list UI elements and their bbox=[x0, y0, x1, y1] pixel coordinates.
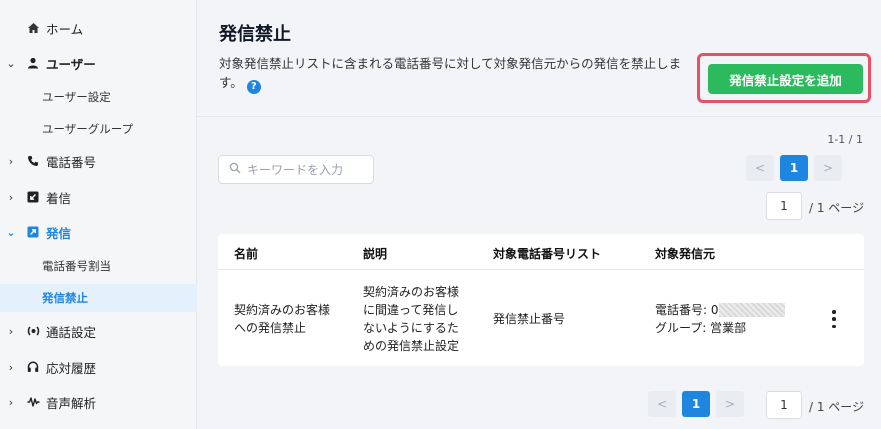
sidebar-item-call-block[interactable]: 発信禁止 bbox=[0, 284, 197, 312]
sidebar-item-user-groups[interactable]: ユーザーグループ bbox=[0, 115, 197, 143]
help-icon[interactable]: ? bbox=[246, 79, 261, 94]
page-description: 対象発信禁止リストに含まれる電話番号に対して対象発信元からの発信を禁止します。? bbox=[219, 54, 689, 94]
add-call-block-button[interactable]: 発信禁止設定を追加 bbox=[708, 64, 863, 94]
current-page-button[interactable]: 1 bbox=[780, 155, 808, 181]
chevron-right-icon: › bbox=[8, 154, 14, 168]
call-block-table: 名前 説明 対象電話番号リスト 対象発信元 契約済みのお客様 への発信禁止 契約… bbox=[218, 234, 864, 366]
sidebar-item-call-settings[interactable]: › 通話設定 bbox=[0, 317, 197, 345]
sidebar-item-users[interactable]: ⌄ ユーザー bbox=[0, 49, 197, 77]
search-icon bbox=[229, 162, 241, 177]
prev-page-button-bottom[interactable]: < bbox=[648, 391, 676, 417]
cell-name: 契約済みのお客様 への発信禁止 bbox=[234, 301, 330, 337]
cell-description-line: 契約済みのお客様 bbox=[363, 285, 460, 299]
chevron-right-icon: › bbox=[8, 395, 14, 409]
next-page-button-bottom[interactable]: > bbox=[716, 391, 744, 417]
source-group: グループ: 営業部 bbox=[655, 321, 747, 335]
sidebar-item-outgoing[interactable]: ⌄ 発信 bbox=[0, 218, 197, 246]
cell-name-line: 契約済みのお客様 bbox=[234, 303, 331, 317]
incoming-call-icon bbox=[24, 191, 42, 203]
more-options-icon[interactable] bbox=[828, 310, 840, 328]
result-count: 1-1 / 1 bbox=[827, 133, 863, 146]
column-header-description: 説明 bbox=[363, 247, 388, 261]
waveform-icon bbox=[24, 396, 42, 408]
sidebar: ホーム ⌄ ユーザー ユーザー設定 ユーザーグループ › 電話番号 › 着信 ⌄… bbox=[0, 0, 197, 429]
call-settings-icon bbox=[24, 325, 42, 337]
cell-description-line: めの発信禁止設定 bbox=[363, 339, 460, 353]
sidebar-label-incoming: 着信 bbox=[46, 190, 72, 206]
sidebar-label-call-settings: 通話設定 bbox=[46, 324, 97, 340]
chevron-down-icon: ⌄ bbox=[6, 56, 16, 70]
phone-icon bbox=[24, 155, 42, 167]
main-content: 発信禁止 対象発信禁止リストに含まれる電話番号に対して対象発信元からの発信を禁止… bbox=[197, 0, 881, 429]
home-icon bbox=[24, 22, 42, 34]
search-box[interactable] bbox=[218, 155, 374, 184]
sidebar-item-incoming[interactable]: › 着信 bbox=[0, 183, 197, 211]
description-text: 対象発信禁止リストに含まれる電話番号に対して対象発信元からの発信を禁止します。 bbox=[219, 56, 682, 90]
chevron-right-icon: › bbox=[8, 324, 14, 338]
chevron-right-icon: › bbox=[8, 360, 14, 374]
sidebar-label-phone-numbers: 電話番号 bbox=[46, 154, 97, 170]
headset-icon bbox=[24, 361, 42, 373]
chevron-right-icon: › bbox=[8, 190, 14, 204]
divider bbox=[197, 116, 881, 117]
sidebar-item-history[interactable]: › 応対履歴 bbox=[0, 353, 197, 381]
page-total-bottom: / 1 ページ bbox=[809, 400, 865, 414]
masked-phone-number bbox=[718, 303, 785, 317]
current-page-button-bottom[interactable]: 1 bbox=[682, 391, 710, 417]
search-input[interactable] bbox=[247, 162, 367, 177]
column-header-target-list: 対象電話番号リスト bbox=[493, 247, 602, 261]
sidebar-item-number-assignment[interactable]: 電話番号割当 bbox=[0, 252, 197, 280]
column-header-name: 名前 bbox=[234, 247, 259, 261]
outgoing-call-icon bbox=[24, 226, 42, 238]
sidebar-item-home[interactable]: ホーム bbox=[0, 14, 197, 42]
sidebar-label-outgoing: 発信 bbox=[46, 225, 72, 241]
sidebar-label-voice-analysis: 音声解析 bbox=[46, 395, 97, 411]
page-title: 発信禁止 bbox=[219, 24, 291, 45]
sidebar-item-phone-numbers[interactable]: › 電話番号 bbox=[0, 147, 197, 175]
cell-description-line: ないようにするた bbox=[363, 321, 459, 335]
source-phone: 電話番号: 0 bbox=[655, 303, 719, 317]
cell-description: 契約済みのお客様 に間違って発信し ないようにするた めの発信禁止設定 bbox=[363, 283, 459, 355]
chevron-down-icon: ⌄ bbox=[6, 225, 16, 239]
column-header-target-source: 対象発信元 bbox=[655, 247, 716, 261]
sidebar-label-home: ホーム bbox=[46, 21, 84, 37]
page-number-input[interactable] bbox=[766, 192, 802, 220]
cell-target-source: 電話番号: 0 グループ: 営業部 bbox=[655, 301, 785, 337]
user-icon bbox=[24, 57, 42, 69]
sidebar-label-users: ユーザー bbox=[46, 56, 96, 72]
cell-description-line: に間違って発信し bbox=[363, 303, 459, 317]
page-total: / 1 ページ bbox=[809, 201, 865, 215]
next-page-button[interactable]: > bbox=[814, 155, 842, 181]
sidebar-label-history: 応対履歴 bbox=[46, 360, 97, 376]
page-number-input-bottom[interactable] bbox=[766, 391, 802, 419]
cell-target-list: 発信禁止番号 bbox=[493, 312, 566, 326]
sidebar-item-user-settings[interactable]: ユーザー設定 bbox=[0, 83, 197, 111]
header-divider bbox=[218, 269, 864, 270]
cell-name-line: への発信禁止 bbox=[234, 321, 307, 335]
prev-page-button[interactable]: < bbox=[746, 155, 774, 181]
sidebar-item-voice-analysis[interactable]: › 音声解析 bbox=[0, 388, 197, 416]
